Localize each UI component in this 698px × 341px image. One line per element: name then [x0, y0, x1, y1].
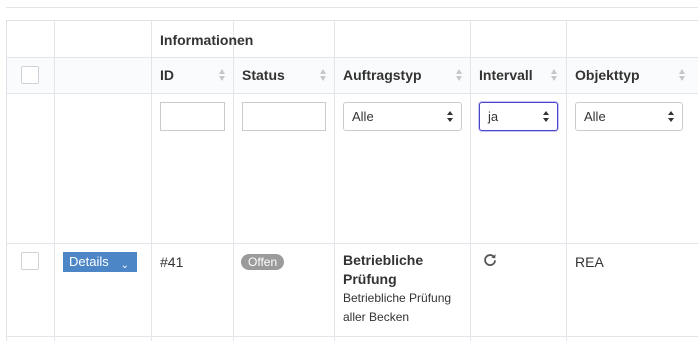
row-divider — [7, 93, 698, 94]
column-header-status[interactable]: Status — [242, 67, 285, 83]
column-header-intervall[interactable]: Intervall — [479, 67, 533, 83]
column-divider — [151, 21, 152, 341]
column-header-auftragstyp[interactable]: Auftragstyp — [343, 67, 422, 83]
column-divider — [470, 21, 471, 341]
status-filter-input[interactable] — [242, 102, 326, 131]
auftragstyp-description: Betriebliche Prüfung aller Becken — [343, 291, 452, 324]
refresh-icon — [484, 254, 496, 266]
sort-icon[interactable] — [320, 68, 327, 82]
column-divider — [566, 21, 567, 341]
status-badge: Offen — [241, 254, 285, 270]
data-table: Informationen ID Status Auftragstyp Inte… — [6, 20, 698, 341]
select-arrows-icon — [543, 111, 550, 123]
column-divider — [54, 21, 55, 341]
column-divider — [334, 21, 335, 341]
id-filter-input[interactable] — [160, 102, 225, 131]
details-dropdown-button[interactable]: Details ⌄ — [63, 252, 137, 272]
top-divider — [6, 7, 698, 8]
objekttyp-cell: REA — [575, 254, 604, 270]
column-header-id[interactable]: ID — [160, 67, 174, 83]
intervall-filter-value: ja — [488, 109, 499, 124]
select-arrows-icon — [668, 111, 675, 123]
details-button-label: Details — [69, 254, 109, 269]
row-divider — [7, 336, 698, 337]
sort-icon[interactable] — [456, 68, 463, 82]
sort-icon[interactable] — [679, 68, 686, 82]
auftragstyp-title[interactable]: Betriebliche Prüfung — [343, 251, 463, 289]
row-id: #41 — [160, 254, 184, 270]
group-header-informationen: Informationen — [160, 32, 254, 48]
chevron-down-icon: ⌄ — [120, 260, 129, 271]
auftragstyp-filter-value: Alle — [352, 109, 374, 124]
row-divider — [7, 243, 698, 244]
row-divider — [7, 57, 698, 58]
column-divider — [233, 21, 234, 341]
column-header-objekttyp[interactable]: Objekttyp — [575, 67, 640, 83]
select-all-checkbox[interactable] — [21, 66, 39, 84]
sort-icon[interactable] — [219, 68, 226, 82]
objekttyp-filter-select[interactable]: Alle — [575, 102, 683, 131]
objekttyp-filter-value: Alle — [584, 109, 606, 124]
select-arrows-icon — [447, 111, 454, 123]
auftragstyp-cell: Betriebliche Prüfung Betriebliche Prüfun… — [343, 251, 463, 327]
row-checkbox[interactable] — [21, 252, 39, 270]
intervall-filter-select[interactable]: ja — [479, 102, 558, 131]
auftragstyp-filter-select[interactable]: Alle — [343, 102, 462, 131]
sort-icon[interactable] — [551, 68, 558, 82]
